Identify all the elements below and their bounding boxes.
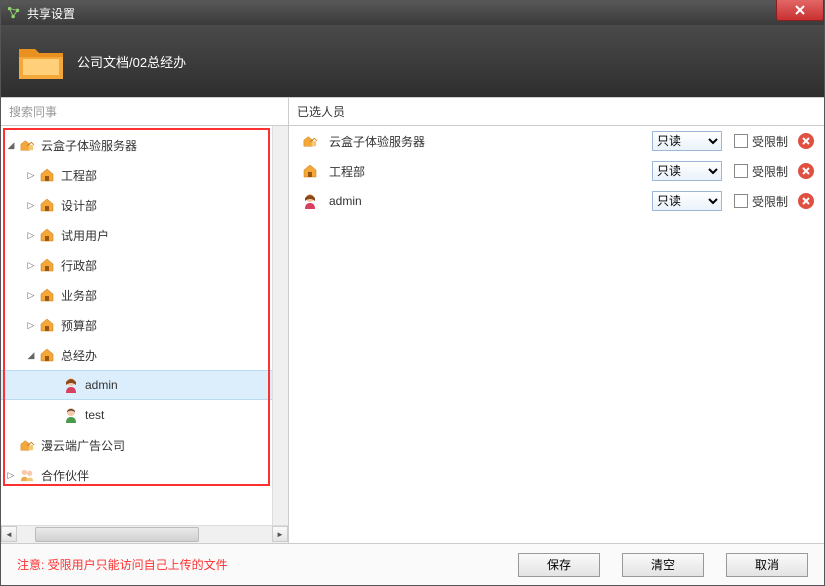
selected-list: 云盒子体验服务器只读受限制工程部只读受限制admin只读受限制 [289, 126, 824, 543]
selected-row-label: 工程部 [329, 163, 652, 180]
scroll-thumb[interactable] [35, 527, 199, 542]
left-panel: ◢ 云盒子体验服务器 ▷ 工程部 ▷ 设计部 ▷ 试用用户 ▷ 行政部 ▷ 业务部 ▷ 预算部 ◢ 总经办 ad… [1, 98, 289, 543]
tree-item[interactable]: ▷ 试用用户 [1, 220, 288, 250]
restrict-label: 受限制 [752, 193, 788, 210]
scrollbar-horizontal[interactable]: ◄ ► [1, 525, 288, 543]
expand-toggle[interactable]: ◢ [5, 140, 17, 151]
expand-toggle[interactable]: ▷ [5, 470, 17, 481]
breadcrumb: 公司文档/02总经办 [77, 52, 186, 71]
restrict-checkbox[interactable] [734, 134, 748, 148]
org-icon [299, 134, 321, 148]
remove-button[interactable] [798, 163, 814, 179]
share-settings-window: 共享设置 公司文档/02总经办 ◢ 云盒子体验服务器 ▷ 工程部 ▷ 设计部 ▷ 试用用户 ▷ 行… [0, 0, 825, 586]
selected-row: admin只读 受限制 [289, 186, 824, 216]
tree-item[interactable]: ▷ 预算部 [1, 310, 288, 340]
tree-item-label: 预算部 [61, 317, 97, 334]
expand-toggle[interactable]: ▷ [25, 290, 37, 301]
restrict-checkbox[interactable] [734, 164, 748, 178]
scroll-right-arrow[interactable]: ► [272, 526, 288, 542]
tree-item-label: 合作伙伴 [41, 467, 89, 484]
partner-icon [17, 467, 37, 483]
right-panel: 已选人员 云盒子体验服务器只读受限制工程部只读受限制admin只读受限制 [289, 98, 824, 543]
org-icon [17, 138, 37, 152]
selected-row-label: 云盒子体验服务器 [329, 133, 652, 150]
content-area: ◢ 云盒子体验服务器 ▷ 工程部 ▷ 设计部 ▷ 试用用户 ▷ 行政部 ▷ 业务部 ▷ 预算部 ◢ 总经办 ad… [1, 97, 824, 543]
tree-item[interactable]: ▷ 设计部 [1, 190, 288, 220]
tree-item-label: 设计部 [61, 197, 97, 214]
expand-toggle[interactable]: ◢ [25, 350, 37, 361]
footer: 注意: 受限用户只能访问自己上传的文件 保存 清空 取消 [1, 543, 824, 585]
app-icon [7, 6, 21, 20]
permission-select[interactable]: 只读 [652, 191, 722, 211]
home-icon [37, 318, 57, 332]
selected-row: 云盒子体验服务器只读 受限制 [289, 126, 824, 156]
remove-button[interactable] [798, 193, 814, 209]
org-tree[interactable]: ◢ 云盒子体验服务器 ▷ 工程部 ▷ 设计部 ▷ 试用用户 ▷ 行政部 ▷ 业务部 ▷ 预算部 ◢ 总经办 ad… [1, 126, 288, 525]
scroll-left-arrow[interactable]: ◄ [1, 526, 17, 542]
home-icon [37, 348, 57, 362]
search-header [1, 98, 288, 126]
expand-toggle[interactable]: ▷ [25, 320, 37, 331]
folder-icon [17, 41, 65, 81]
tree-item[interactable]: ▷ 行政部 [1, 250, 288, 280]
tree-item-label: 漫云端广告公司 [41, 437, 125, 454]
remove-icon [801, 136, 811, 146]
titlebar: 共享设置 [1, 1, 824, 25]
permission-select[interactable]: 只读 [652, 161, 722, 181]
home-icon [299, 164, 321, 178]
remove-icon [801, 196, 811, 206]
tree-item-label: 试用用户 [61, 227, 109, 244]
restrict-label: 受限制 [752, 133, 788, 150]
save-button[interactable]: 保存 [518, 553, 600, 577]
expand-toggle[interactable]: ▷ [25, 170, 37, 181]
tree-item-label: 业务部 [61, 287, 97, 304]
user-f-icon [299, 193, 321, 209]
tree-item-label: test [85, 408, 104, 422]
tree-item-label: 总经办 [61, 347, 97, 364]
user-m-icon [61, 407, 81, 423]
tree-item[interactable]: ▷ 工程部 [1, 160, 288, 190]
tree-item-label: admin [85, 378, 118, 392]
selected-row: 工程部只读 受限制 [289, 156, 824, 186]
home-icon [37, 168, 57, 182]
expand-toggle[interactable]: ▷ [25, 260, 37, 271]
cancel-button[interactable]: 取消 [726, 553, 808, 577]
home-icon [37, 288, 57, 302]
tree-item[interactable]: ◢ 云盒子体验服务器 [1, 130, 288, 160]
restrict-checkbox[interactable] [734, 194, 748, 208]
selected-row-label: admin [329, 194, 652, 208]
tree-item-label: 行政部 [61, 257, 97, 274]
tree-item-label: 工程部 [61, 167, 97, 184]
permission-select[interactable]: 只读 [652, 131, 722, 151]
user-f-icon [61, 377, 81, 393]
tree-item[interactable]: ▷ 业务部 [1, 280, 288, 310]
home-icon [37, 258, 57, 272]
tree-item[interactable]: 漫云端广告公司 [1, 430, 288, 460]
remove-icon [801, 166, 811, 176]
window-title: 共享设置 [27, 5, 75, 22]
tree-item[interactable]: admin [1, 370, 288, 400]
close-icon [793, 3, 807, 17]
remove-button[interactable] [798, 133, 814, 149]
selected-header: 已选人员 [289, 98, 824, 126]
expand-toggle[interactable]: ▷ [25, 200, 37, 211]
tree-item[interactable]: ▷ 合作伙伴 [1, 460, 288, 490]
expand-toggle[interactable]: ▷ [25, 230, 37, 241]
tree-item[interactable]: ◢ 总经办 [1, 340, 288, 370]
tree-item-label: 云盒子体验服务器 [41, 137, 137, 154]
home-icon [37, 228, 57, 242]
header-band: 公司文档/02总经办 [1, 25, 824, 97]
close-button[interactable] [776, 0, 824, 21]
clear-button[interactable]: 清空 [622, 553, 704, 577]
tree-item[interactable]: test [1, 400, 288, 430]
scrollbar-vertical[interactable] [272, 126, 288, 525]
restrict-label: 受限制 [752, 163, 788, 180]
home-icon [37, 198, 57, 212]
note-text: 注意: 受限用户只能访问自己上传的文件 [17, 556, 496, 573]
search-input[interactable] [9, 105, 280, 119]
org-icon [17, 438, 37, 452]
